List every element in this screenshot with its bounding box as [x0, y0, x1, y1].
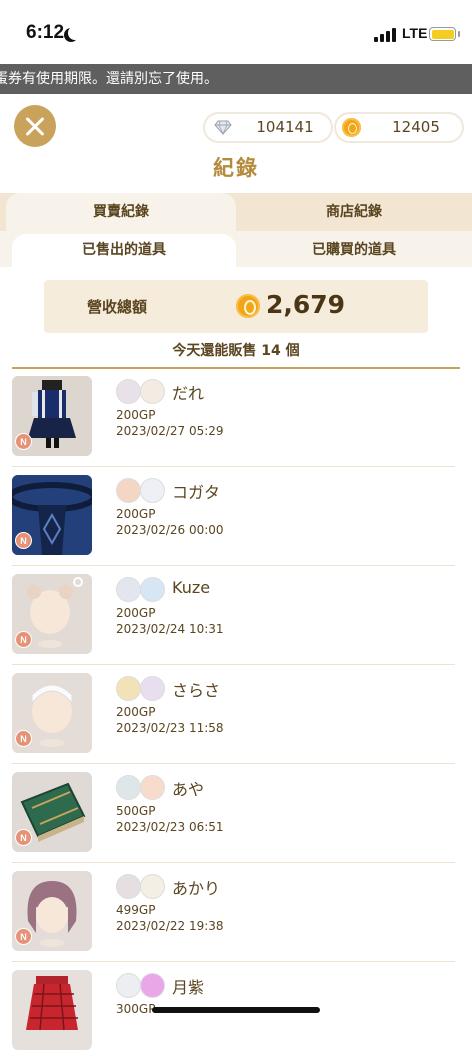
diamond-icon	[214, 120, 232, 135]
list-item[interactable]: N コガタ 200GP 2023/02/26 00:00	[12, 467, 455, 566]
rarity-badge: N	[15, 433, 32, 450]
buyer-name: コガタ	[172, 483, 221, 502]
buyer-pet-avatar	[140, 874, 165, 899]
gold-balance[interactable]: 12405	[336, 114, 462, 141]
buyer-avatar	[116, 676, 141, 701]
network-label: LTE	[402, 25, 428, 41]
buyer-pet-avatar	[140, 577, 165, 602]
rarity-badge: N	[15, 928, 32, 945]
gold-count: 12405	[392, 118, 440, 136]
signal-icon	[374, 28, 398, 42]
status-bar: 6:12 LTE	[0, 0, 472, 64]
revenue-label: 營收總額	[87, 298, 148, 316]
buyer-name: だれ	[172, 384, 205, 403]
sale-price: 200GP	[116, 507, 156, 521]
page-title: 紀錄	[213, 156, 259, 180]
item-thumbnail: N	[12, 673, 92, 753]
buyer-pet-avatar	[140, 676, 165, 701]
sale-price: 200GP	[116, 408, 156, 422]
diamond-balance[interactable]: 104141	[205, 114, 331, 141]
list-item[interactable]: N さらさ 200GP 2023/02/23 11:58	[12, 665, 455, 764]
sale-price: 300GP	[116, 1002, 156, 1016]
coin-icon	[236, 294, 260, 318]
sale-date: 2023/02/23 11:58	[116, 721, 224, 735]
list-item[interactable]: N Kuze 200GP 2023/02/24 10:31	[12, 566, 455, 665]
status-time: 6:12	[26, 22, 65, 43]
sale-date: 2023/02/23 06:51	[116, 820, 224, 834]
sale-price: 500GP	[116, 804, 156, 818]
rarity-badge: N	[15, 829, 32, 846]
close-button[interactable]	[14, 105, 56, 147]
list-item[interactable]: N だれ 200GP 2023/02/27 05:29	[12, 368, 455, 467]
home-indicator[interactable]	[152, 1007, 320, 1013]
sale-date: 2023/02/27 05:29	[116, 424, 224, 438]
buyer-avatar	[116, 973, 141, 998]
diamond-count: 104141	[256, 118, 314, 136]
buyer-name: あや	[172, 780, 205, 799]
notice-text: 蛋券有使用期限。還請別忘了使用。	[0, 71, 218, 87]
item-thumbnail	[12, 970, 92, 1050]
item-thumbnail: N	[12, 475, 92, 555]
revenue-panel: 營收總額 2,679	[44, 280, 428, 333]
sale-price: 200GP	[116, 705, 156, 719]
list-item[interactable]: N あかり 499GP 2023/02/22 19:38	[12, 863, 455, 962]
sale-price: 200GP	[116, 606, 156, 620]
buyer-name: 月紫	[172, 978, 205, 997]
buyer-pet-avatar	[140, 775, 165, 800]
buyer-avatar	[116, 478, 141, 503]
coin-icon	[342, 118, 361, 137]
buyer-name: Kuze	[172, 578, 211, 597]
notice-marquee: 蛋券有使用期限。還請別忘了使用。	[0, 64, 472, 94]
item-thumbnail: N	[12, 772, 92, 852]
buyer-pet-avatar	[140, 478, 165, 503]
buyer-pet-avatar	[140, 379, 165, 404]
item-thumbnail: N	[12, 871, 92, 951]
sub-tabs: 已售出的道具 已購買的道具	[0, 231, 472, 267]
revenue-value: 2,679	[266, 290, 346, 319]
moon-icon	[68, 26, 82, 40]
tab-buy-sell-records[interactable]: 買賣紀錄	[6, 193, 236, 231]
remaining-sales-text: 今天還能販售 14 個	[172, 343, 300, 359]
tab-sold-items[interactable]: 已售出的道具	[12, 234, 236, 267]
buyer-avatar	[116, 577, 141, 602]
buyer-avatar	[116, 775, 141, 800]
rarity-badge: N	[15, 631, 32, 648]
buyer-avatar	[116, 874, 141, 899]
sale-date: 2023/02/22 19:38	[116, 919, 224, 933]
sale-date: 2023/02/24 10:31	[116, 622, 224, 636]
main-tabs: 買賣紀錄 商店紀錄	[0, 193, 472, 231]
battery-icon	[429, 27, 460, 41]
item-thumbnail: N	[12, 376, 92, 456]
list-item[interactable]: N あや 500GP 2023/02/23 06:51	[12, 764, 455, 863]
tab-shop-records[interactable]: 商店紀錄	[236, 193, 472, 231]
rarity-badge: N	[15, 532, 32, 549]
item-thumbnail: N	[12, 574, 92, 654]
rarity-badge: N	[15, 730, 32, 747]
buyer-name: あかり	[172, 879, 221, 898]
buyer-name: さらさ	[172, 681, 221, 700]
buyer-pet-avatar	[140, 973, 165, 998]
tab-bought-items[interactable]: 已購買的道具	[236, 234, 472, 267]
sale-price: 499GP	[116, 903, 156, 917]
sale-date: 2023/02/26 00:00	[116, 523, 224, 537]
buyer-avatar	[116, 379, 141, 404]
